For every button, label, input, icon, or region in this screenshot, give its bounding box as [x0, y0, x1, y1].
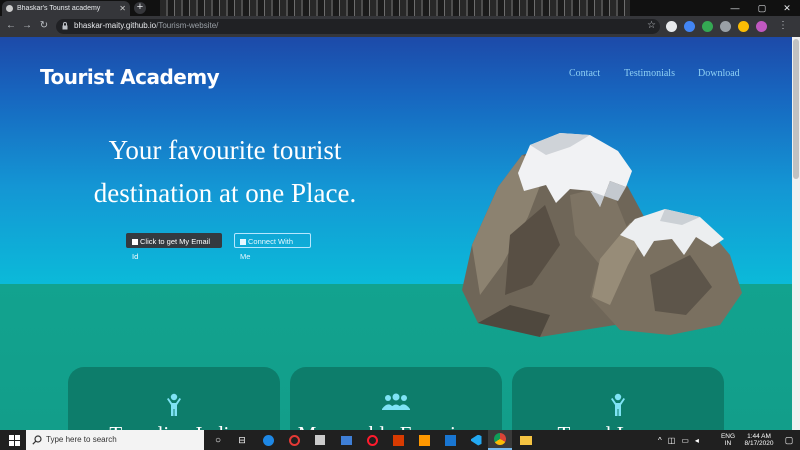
extension-icon[interactable] [738, 21, 749, 32]
linkedin-icon [240, 239, 246, 245]
extension-icon[interactable] [684, 21, 695, 32]
browser-theme-background [160, 0, 630, 16]
feature-card: Travel Legacy [512, 367, 724, 430]
nav-link-contact[interactable]: Contact [569, 68, 600, 79]
windows-logo-icon [8, 434, 20, 446]
chrome-icon [494, 433, 506, 445]
card-title: Traveling India [68, 422, 280, 430]
input-language[interactable]: ENG IN [720, 430, 736, 450]
snowy-rock-illustration [462, 133, 742, 337]
clock[interactable]: 1:44 AM 8/17/2020 [738, 430, 780, 450]
extension-icon[interactable] [720, 21, 731, 32]
chevron-up-icon[interactable]: ^ [658, 436, 662, 445]
minimize-button[interactable]: — [722, 0, 748, 16]
browser-toolbar: ← → ↻ bhaskar-maity.github.io/Tourism-we… [0, 16, 800, 37]
clock-time: 1:44 AM [747, 433, 771, 440]
start-button[interactable] [2, 430, 26, 450]
hero-line: Your favourite tourist [108, 135, 342, 165]
search-icon [32, 435, 42, 445]
search-placeholder: Type here to search [46, 435, 117, 444]
browser-tab[interactable]: Bhaskar's Tourist academy ✕ [2, 1, 130, 16]
bookmark-star-icon[interactable]: ☆ [647, 20, 656, 31]
forward-icon[interactable]: → [20, 19, 34, 33]
card-title: Travel Legacy [512, 422, 724, 430]
profile-avatar[interactable] [756, 21, 767, 32]
address-bar[interactable]: bhaskar-maity.github.io/Tourism-website/… [56, 19, 660, 34]
web-page: Tourist Academy Contact Testimonials Dow… [0, 37, 792, 430]
url-text: bhaskar-maity.github.io/Tourism-website/ [74, 21, 219, 30]
office-icon[interactable] [386, 430, 410, 450]
chrome-taskbar-button[interactable] [488, 430, 512, 450]
connect-button-label: Connect With Me [240, 237, 294, 261]
menu-kebab-icon[interactable]: ⋮ [776, 19, 790, 33]
nav-link-download[interactable]: Download [698, 68, 740, 79]
network-icon[interactable]: ◫ [668, 436, 676, 445]
settings-icon[interactable] [308, 430, 332, 450]
reload-icon[interactable]: ↻ [37, 19, 51, 33]
edge-icon[interactable] [256, 430, 280, 450]
close-tab-icon[interactable]: ✕ [119, 4, 126, 13]
app-icon[interactable] [438, 430, 462, 450]
file-explorer-icon[interactable] [514, 430, 538, 450]
cortana-icon[interactable]: ○ [206, 430, 230, 450]
extension-icon[interactable] [666, 21, 677, 32]
opera-icon[interactable] [360, 430, 384, 450]
contact-icon [132, 239, 138, 245]
notifications-icon[interactable]: ▢ [782, 430, 796, 450]
new-tab-button[interactable]: + [134, 2, 146, 14]
users-icon [382, 393, 410, 410]
site-brand[interactable]: Tourist Academy [40, 65, 220, 89]
maximize-button[interactable]: ▢ [749, 0, 775, 16]
lock-icon [62, 22, 68, 30]
back-icon[interactable]: ← [4, 19, 18, 33]
region-label: IN [724, 440, 732, 447]
app-icon[interactable] [282, 430, 306, 450]
volume-icon[interactable]: ◂ [695, 436, 699, 445]
favicon-icon [6, 5, 13, 12]
sublime-text-icon[interactable] [412, 430, 436, 450]
nav-link-testimonials[interactable]: Testimonials [624, 68, 675, 79]
battery-icon[interactable]: ▭ [681, 436, 689, 445]
extension-icon[interactable] [702, 21, 713, 32]
windows-taskbar: Type here to search ○ ⊟ ^ ◫ ▭ ◂ ENG IN 1… [0, 430, 800, 450]
lang-label: ENG [720, 433, 736, 440]
email-button[interactable]: Click to get My Email Id [126, 233, 222, 261]
hero-heading: Your favourite tourist destination at on… [70, 129, 380, 215]
person-icon [611, 393, 625, 416]
clock-date: 8/17/2020 [744, 440, 774, 447]
tab-title: Bhaskar's Tourist academy [17, 5, 101, 12]
task-view-icon[interactable]: ⊟ [230, 430, 254, 450]
store-icon[interactable] [334, 430, 358, 450]
close-window-button[interactable]: ✕ [774, 0, 800, 16]
browser-tab-strip: Bhaskar's Tourist academy ✕ + — ▢ ✕ [0, 0, 800, 16]
system-tray[interactable]: ^ ◫ ▭ ◂ [658, 430, 718, 450]
connect-button[interactable]: Connect With Me [234, 233, 311, 261]
vscode-icon[interactable] [464, 430, 488, 450]
person-icon [167, 393, 181, 416]
page-scrollbar[interactable] [792, 37, 800, 430]
card-title: Memorable Experience [290, 422, 502, 430]
email-button-label: Click to get My Email Id [132, 237, 211, 261]
taskbar-search[interactable]: Type here to search [26, 430, 204, 450]
hero-line: destination at one Place. [93, 178, 357, 208]
feature-card: Traveling India [68, 367, 280, 430]
scrollbar-thumb[interactable] [793, 39, 799, 179]
feature-card: Memorable Experience [290, 367, 502, 430]
